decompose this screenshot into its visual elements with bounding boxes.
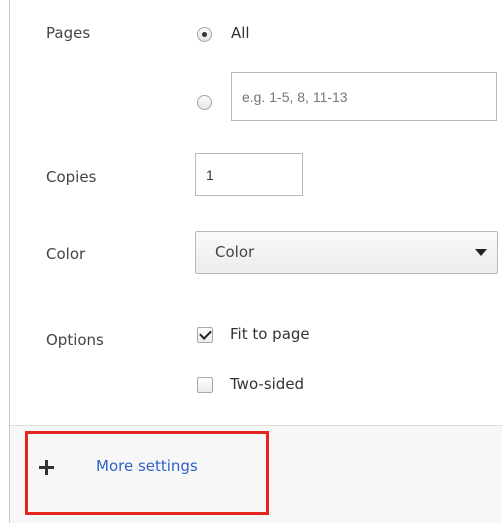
pages-all-radio[interactable] [197,27,212,42]
two-sided-label: Two-sided [230,375,305,393]
pages-custom-input[interactable] [231,72,497,121]
pages-custom-radio[interactable] [197,95,212,110]
options-label: Options [46,331,104,349]
copies-input[interactable] [195,153,303,196]
two-sided-checkbox[interactable] [197,377,213,393]
fit-to-page-label: Fit to page [230,325,310,343]
color-select-value: Color [215,243,255,261]
color-select[interactable]: Color [195,231,498,274]
pages-all-label: All [231,24,250,42]
pages-label: Pages [46,24,91,42]
copies-label: Copies [46,168,97,186]
fit-to-page-checkbox[interactable] [197,327,213,343]
more-settings-highlight [25,431,269,515]
chevron-down-icon [475,249,487,256]
color-label: Color [46,245,86,263]
